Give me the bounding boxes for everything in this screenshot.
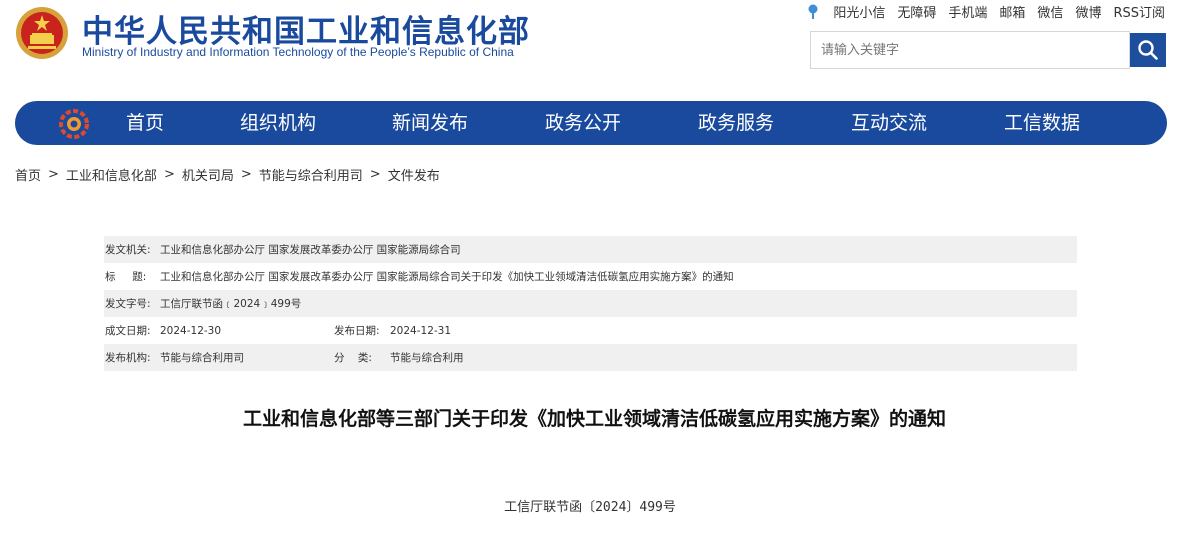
nav-home[interactable]: 首页	[126, 101, 164, 145]
nav-interaction[interactable]: 互动交流	[851, 101, 927, 145]
meta-label-issuer: 发文机关:	[105, 244, 151, 256]
top-link-mobile[interactable]: 手机端	[948, 2, 987, 21]
breadcrumb-separator: >	[48, 167, 59, 182]
top-links: 阳光小信 无障碍 手机端 邮箱 微信 微博 RSS订阅	[807, 2, 1165, 21]
meta-value-published: 2024-12-31	[390, 324, 452, 337]
top-link-wechat[interactable]: 微信	[1037, 2, 1063, 21]
meta-row-title: 标 题: 工业和信息化部办公厅 国家发展改革委办公厅 国家能源局综合司关于印发《…	[104, 263, 1077, 290]
meta-value-org: 节能与综合利用司	[160, 352, 244, 364]
breadcrumb-separator: >	[240, 167, 252, 182]
meta-row-org: 发布机构: 节能与综合利用司 分 类: 节能与综合利用	[104, 344, 1077, 371]
document-number: 工信厅联节函〔2024〕499号	[504, 500, 676, 515]
miit-logo-icon[interactable]	[59, 109, 89, 139]
top-link-mail[interactable]: 邮箱	[999, 2, 1025, 21]
document-meta-table: 发文机关: 工业和信息化部办公厅 国家发展改革委办公厅 国家能源局综合司 标 题…	[104, 236, 1077, 371]
search-box	[810, 31, 1130, 69]
meta-value-title: 工业和信息化部办公厅 国家发展改革委办公厅 国家能源局综合司关于印发《加快工业领…	[160, 271, 734, 283]
top-link-weibo[interactable]: 微博	[1075, 2, 1101, 21]
breadcrumb-separator: >	[369, 167, 381, 182]
breadcrumb-departments[interactable]: 机关司局	[182, 165, 234, 184]
meta-label-docno: 发文字号:	[105, 298, 151, 310]
meta-value-category: 节能与综合利用	[390, 352, 464, 364]
main-nav: 首页 组织机构 新闻发布 政务公开 政务服务 互动交流 工信数据	[15, 101, 1167, 145]
meta-value-docno: 工信厅联节函﹝2024﹞499号	[160, 298, 302, 310]
top-link-sunshine[interactable]: 阳光小信	[833, 2, 885, 21]
nav-organization[interactable]: 组织机构	[240, 101, 316, 145]
nav-data[interactable]: 工信数据	[1004, 101, 1080, 145]
breadcrumb-file-release[interactable]: 文件发布	[388, 165, 440, 184]
meta-label-created: 成文日期:	[105, 325, 151, 337]
meta-value-created: 2024-12-30	[160, 324, 222, 337]
breadcrumb-energy-dept[interactable]: 节能与综合利用司	[259, 165, 363, 184]
breadcrumb-separator: >	[163, 167, 175, 182]
nav-news[interactable]: 新闻发布	[392, 101, 468, 145]
meta-label-category: 分 类:	[334, 352, 372, 364]
meta-value-issuer: 工业和信息化部办公厅 国家发展改革委办公厅 国家能源局综合司	[160, 244, 461, 256]
breadcrumb: 首页 > 工业和信息化部 > 机关司局 > 节能与综合利用司 > 文件发布	[15, 165, 440, 184]
nav-government-services[interactable]: 政务服务	[698, 101, 774, 145]
meta-label-title: 标 题:	[105, 271, 147, 283]
national-emblem-icon[interactable]	[15, 6, 69, 60]
site-header: 中华人民共和国工业和信息化部 Ministry of Industry and …	[0, 0, 1189, 100]
top-link-accessibility[interactable]: 无障碍	[897, 2, 936, 21]
meta-row-docno: 发文字号: 工信厅联节函﹝2024﹞499号	[104, 290, 1077, 317]
nav-government-affairs[interactable]: 政务公开	[545, 101, 621, 145]
document-title: 工业和信息化部等三部门关于印发《加快工业领域清洁低碳氢应用实施方案》的通知	[242, 408, 946, 430]
top-link-rss[interactable]: RSS订阅	[1113, 2, 1165, 21]
meta-label-published: 发布日期:	[334, 325, 380, 337]
breadcrumb-home[interactable]: 首页	[15, 165, 41, 184]
search-icon	[1138, 40, 1158, 60]
meta-row-issuer: 发文机关: 工业和信息化部办公厅 国家发展改革委办公厅 国家能源局综合司	[104, 236, 1077, 263]
meta-row-dates: 成文日期: 2024-12-30 发布日期: 2024-12-31	[104, 317, 1077, 344]
search-button[interactable]	[1130, 33, 1166, 67]
site-subtitle: Ministry of Industry and Information Tec…	[82, 45, 514, 59]
sunshine-xiaoxin-icon[interactable]	[807, 4, 819, 20]
meta-label-org: 发布机构:	[105, 352, 151, 364]
breadcrumb-ministry[interactable]: 工业和信息化部	[66, 165, 157, 184]
search-input[interactable]	[811, 32, 1129, 68]
